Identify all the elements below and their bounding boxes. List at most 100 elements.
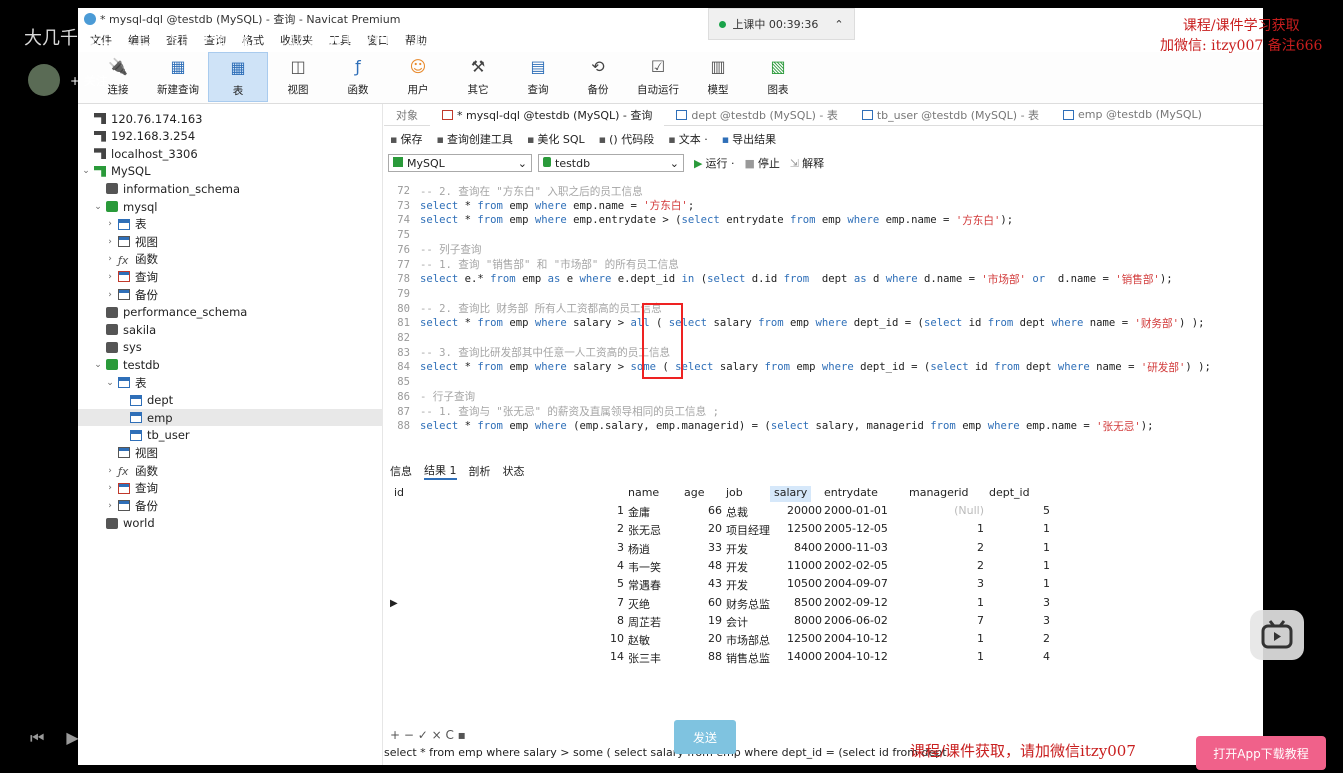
tab-2[interactable]: dept @testdb (MySQL) - 表 [664, 104, 849, 126]
column-header[interactable]: entrydate [824, 486, 878, 502]
uploader-avatar[interactable] [28, 64, 60, 96]
table-cell: 常遇春 [628, 579, 661, 593]
follow-button[interactable]: + 关注 [70, 72, 108, 89]
collapse-arrow-icon[interactable]: › [104, 254, 116, 264]
tree-item-world[interactable]: world [92, 515, 155, 532]
table-cell: 4 [617, 558, 624, 572]
code-token: all [630, 317, 650, 330]
toolbar-query-button[interactable]: ▤ 查询 [508, 52, 568, 102]
tree-item-dept[interactable]: dept [116, 392, 173, 409]
editor-tool-0[interactable]: ▪ 保存 [390, 131, 422, 147]
table-cell: 2002-02-05 [824, 558, 888, 572]
code-token: from [477, 199, 503, 212]
toolbar-chart-button[interactable]: ▧ 图表 [748, 52, 808, 102]
collapse-arrow-icon[interactable]: › [104, 272, 116, 282]
tree-item-mysql[interactable]: ⌄ mysql [92, 198, 157, 215]
table-cell: 88 [708, 650, 722, 664]
collapse-arrow-icon[interactable]: › [104, 483, 116, 493]
editor-tool-4[interactable]: ▪ 文本 · [668, 131, 707, 147]
code-token: from [783, 273, 810, 286]
tree-item-localhost_3306[interactable]: localhost_3306 [80, 145, 198, 162]
code-token: salary, managerid [809, 420, 931, 433]
expand-arrow-icon[interactable]: ⌄ [92, 360, 104, 370]
editor-tool-1[interactable]: ▪ 查询创建工具 [436, 131, 512, 147]
tree-item-information_schema[interactable]: information_schema [92, 180, 240, 197]
run-control-1[interactable]: ■ 停止 [744, 155, 779, 171]
result-tab-1[interactable]: 结果 1 [424, 462, 457, 480]
collapse-arrow-icon[interactable]: › [104, 290, 116, 300]
toolbar-model-button[interactable]: ▥ 模型 [688, 52, 748, 102]
column-header[interactable]: managerid [909, 486, 968, 502]
tab-1[interactable]: * mysql-dql @testdb (MySQL) - 查询 [430, 103, 665, 126]
send-button[interactable]: 发送 [674, 720, 736, 754]
toolbar-backup-button[interactable]: ⟲ 备份 [568, 52, 628, 102]
tree-item-performance_schema[interactable]: performance_schema [92, 304, 247, 321]
toolbar-other-button[interactable]: ⚒ 其它 [448, 52, 508, 102]
tree-item-backup[interactable]: › 备份 [104, 497, 158, 514]
expand-arrow-icon[interactable]: ⌄ [92, 202, 104, 212]
bilibili-tv-icon[interactable] [1250, 610, 1304, 660]
column-header[interactable]: dept_id [989, 486, 1030, 502]
toolbar-table-button[interactable]: ▦ 表 [208, 52, 268, 102]
tree-item-12076174163[interactable]: 120.76.174.163 [80, 110, 202, 127]
toolbar-new-query-button[interactable]: ▦ 新建查询 [148, 52, 208, 102]
table-cell: 33 [708, 540, 722, 554]
toolbar-view-button[interactable]: ◫ 视图 [268, 52, 328, 102]
tree-item-tb_user[interactable]: tb_user [116, 427, 190, 444]
tree-item-tbl[interactable]: ⌄ 表 [104, 374, 146, 391]
column-header[interactable]: name [628, 486, 659, 502]
code-token: ) ); [1179, 317, 1205, 330]
code-line: 88 select * from emp where (emp.salary, e… [384, 419, 1153, 433]
run-control-0[interactable]: ▶ 运行 · [694, 155, 734, 171]
toolbar-autorun-button[interactable]: ☑ 自动运行 [628, 52, 688, 102]
table-cell: 60 [708, 595, 722, 609]
tab-4[interactable]: emp @testdb (MySQL) [1051, 104, 1214, 126]
column-header[interactable]: age [684, 486, 705, 502]
column-header[interactable]: id [394, 486, 404, 502]
tree-item-emp[interactable]: emp [78, 409, 383, 427]
table-cell: 2 [977, 540, 984, 554]
tree-item-func[interactable]: › ƒx 函数 [104, 251, 158, 268]
tree-item-query[interactable]: › 查询 [104, 480, 158, 497]
playback-controls[interactable]: ⏮▶⏭ [30, 728, 137, 748]
live-dot-icon [719, 20, 727, 28]
tab-3[interactable]: tb_user @testdb (MySQL) - 表 [850, 104, 1051, 126]
database-select[interactable]: testdb ⌄ [538, 154, 684, 172]
collapse-arrow-icon[interactable]: › [104, 466, 116, 476]
editor-tool-5[interactable]: ▪ 导出结果 [722, 131, 776, 147]
tree-item-tbl[interactable]: › 表 [104, 216, 146, 233]
tree-item-sakila[interactable]: sakila [92, 321, 156, 338]
toolbar-user-button[interactable]: ☺ 用户 [388, 52, 448, 102]
tree-item-query[interactable]: › 查询 [104, 268, 158, 285]
column-header[interactable]: salary [770, 486, 812, 502]
tree-item-func[interactable]: › ƒx 函数 [104, 462, 158, 479]
table-cell: 开发 [726, 542, 748, 556]
collapse-arrow-icon[interactable]: › [104, 219, 116, 229]
tab-0[interactable]: 对象 [384, 104, 430, 126]
open-app-button[interactable]: 打开App下载教程 [1196, 736, 1326, 770]
table-icon [130, 429, 142, 441]
editor-tool-3[interactable]: ▪() 代码段 [599, 131, 655, 147]
connection-select[interactable]: MySQL ⌄ [388, 154, 532, 172]
tree-item-1921683254[interactable]: 192.168.3.254 [80, 128, 195, 145]
collapse-arrow-icon[interactable]: › [104, 237, 116, 247]
result-tab-3[interactable]: 状态 [503, 463, 525, 479]
tree-item-testdb[interactable]: ⌄ testdb [92, 356, 159, 373]
code-token: ( [694, 273, 708, 286]
collapse-arrow-icon[interactable]: › [104, 501, 116, 511]
tree-item-view[interactable]: 视图 [104, 444, 158, 461]
column-header[interactable]: job [726, 486, 743, 502]
editor-tool-2[interactable]: ▪ 美化 SQL [527, 131, 585, 147]
tree-item-backup[interactable]: › 备份 [104, 286, 158, 303]
result-tab-0[interactable]: 信息 [390, 463, 412, 479]
expand-arrow-icon[interactable]: ⌄ [80, 166, 92, 176]
tree-item-view[interactable]: › 视图 [104, 233, 158, 250]
tree-item-sys[interactable]: sys [92, 339, 142, 356]
sql-editor[interactable]: 72 -- 2. 查询在 "方东白" 入职之后的员工信息 73 select * fr… [384, 178, 1263, 440]
chevron-up-icon[interactable]: ⌃ [834, 18, 843, 31]
toolbar-function-button[interactable]: ƒ 函数 [328, 52, 388, 102]
result-tab-2[interactable]: 剖析 [469, 463, 491, 479]
run-control-2[interactable]: ⇲ 解释 [790, 155, 824, 171]
expand-arrow-icon[interactable]: ⌄ [104, 378, 116, 388]
tree-item-MySQL[interactable]: ⌄ MySQL [80, 163, 150, 180]
